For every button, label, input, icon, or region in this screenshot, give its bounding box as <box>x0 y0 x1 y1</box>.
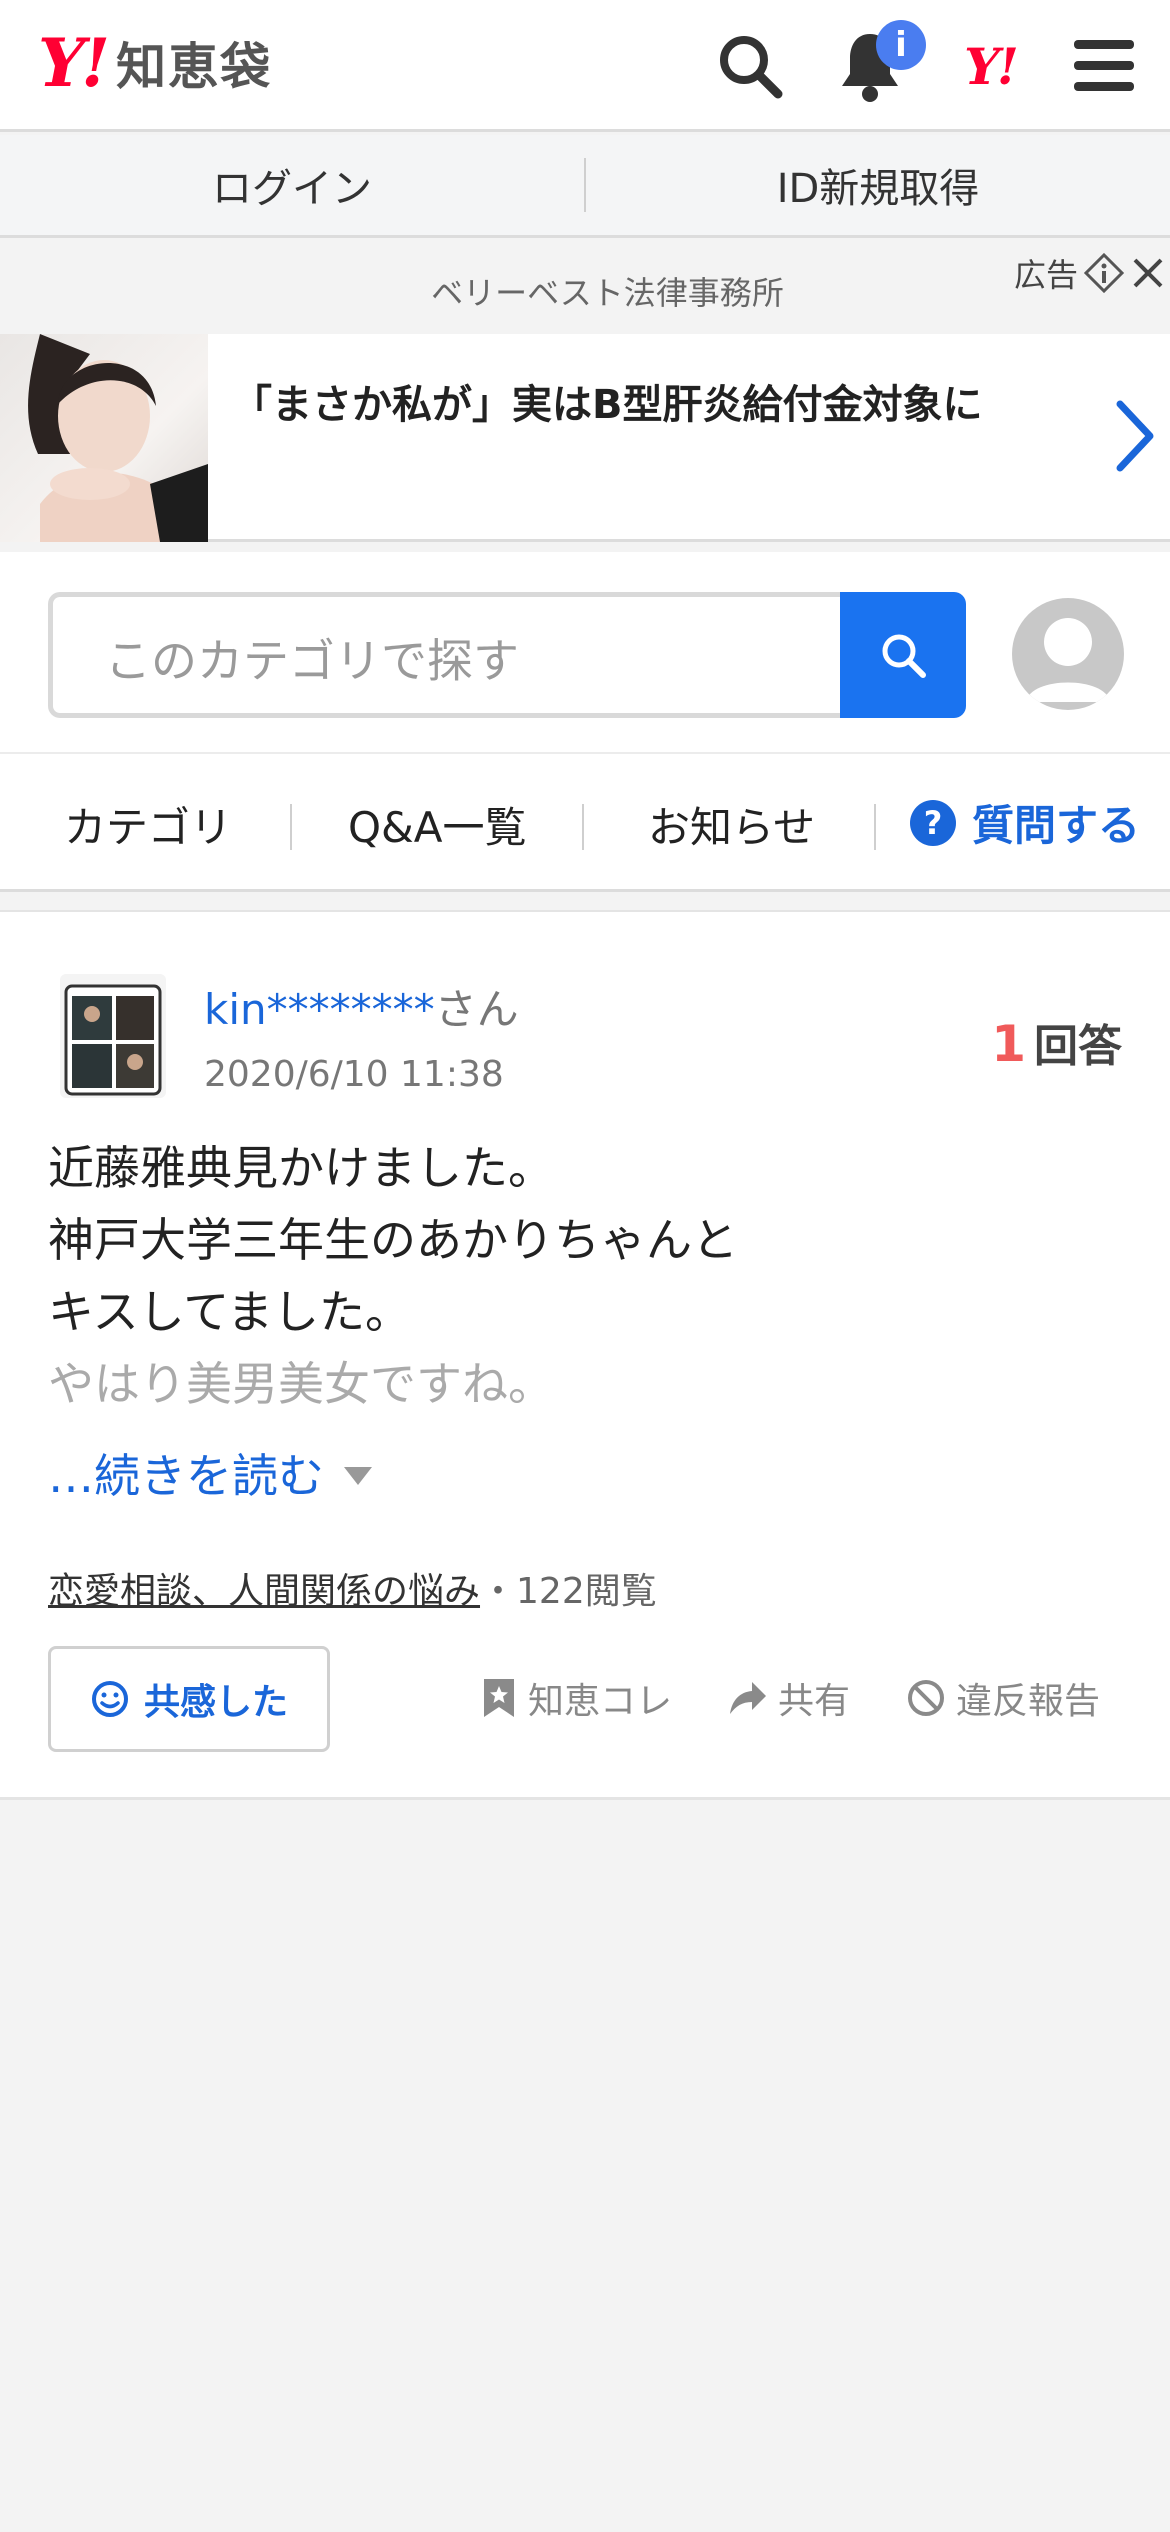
post-date: 2020/6/10 11:38 <box>204 1054 504 1095</box>
nav-qa-list[interactable]: Q&A一覧 <box>348 794 527 855</box>
close-icon[interactable] <box>1130 255 1166 291</box>
app-header: Y! 知恵袋 i Y! <box>0 0 1170 132</box>
smile-icon <box>91 1681 128 1717</box>
category-link[interactable]: 恋愛相談、人間関係の悩み <box>48 1571 480 1612</box>
notification-bell-icon[interactable]: i <box>830 20 926 106</box>
divider <box>582 804 584 850</box>
user-id[interactable]: kin******** <box>204 985 435 1034</box>
answer-count[interactable]: 1 回答 <box>991 1010 1122 1074</box>
search-icon[interactable] <box>710 26 790 106</box>
read-more-label: …続きを読む <box>48 1449 324 1503</box>
answer-count-number: 1 <box>991 1015 1026 1073</box>
search-placeholder: このカテゴリで探す <box>105 634 519 688</box>
divider <box>290 804 292 850</box>
ad-header: ベリーベスト法律事務所 広告 <box>0 246 1170 334</box>
view-count: ・122閲覧 <box>480 1571 657 1612</box>
question-icon: ? <box>910 799 956 846</box>
ad-banner[interactable]: 「まさか私が」実はB型肝炎給付金対象に <box>0 334 1170 542</box>
empathy-label: 共感した <box>143 1682 288 1723</box>
nav-news[interactable]: お知らせ <box>648 794 815 855</box>
honorific: さん <box>434 985 519 1034</box>
nav-category[interactable]: カテゴリ <box>64 794 232 855</box>
search-area: このカテゴリで探す <box>0 552 1170 752</box>
ad-title[interactable]: 「まさか私が」実はB型肝炎給付金対象に <box>232 378 1012 432</box>
report-button[interactable]: 違反報告 <box>906 1672 1100 1724</box>
questioner-name[interactable]: kin********さん <box>204 976 519 1037</box>
questioner-avatar[interactable] <box>60 974 166 1098</box>
read-more-link[interactable]: …続きを読む <box>48 1440 372 1506</box>
register-link[interactable]: ID新規取得 <box>586 156 1170 214</box>
question-line: キスしてました。 <box>48 1285 411 1339</box>
yahoo-logo-mark: Y! <box>38 24 110 102</box>
search-icon <box>882 634 926 678</box>
login-link[interactable]: ログイン <box>0 156 584 214</box>
prohibited-icon <box>908 1680 944 1716</box>
user-icon <box>1026 618 1110 702</box>
logo-text: 知恵袋 <box>116 38 273 96</box>
chiebukuro-logo[interactable]: Y! 知恵袋 <box>38 28 272 98</box>
collect-button[interactable]: 知恵コレ <box>480 1672 672 1724</box>
question-meta: 恋愛相談、人間関係の悩み・122閲覧 <box>48 1562 657 1614</box>
menu-icon[interactable] <box>1064 26 1144 106</box>
answer-count-label: 回答 <box>1034 1021 1122 1072</box>
auth-bar: ログイン ID新規取得 <box>0 135 1170 238</box>
question-line-faded: やはり美男美女ですね。 <box>48 1357 554 1411</box>
category-nav: カテゴリ Q&A一覧 お知らせ ? 質問する <box>0 752 1170 892</box>
ad-label-text: 広告 <box>1013 256 1078 294</box>
divider <box>874 804 876 850</box>
question-body: 近藤雅典見かけました。 神戸大学三年生のあかりちゃんと キスしてました。 やはり… <box>48 1132 1118 1420</box>
ask-label: 質問する <box>972 801 1141 850</box>
ad-sponsor[interactable]: ベリーベスト法律事務所 <box>0 268 1170 314</box>
ask-question-button[interactable]: ? 質問する <box>910 792 1140 853</box>
ad-image <box>0 334 208 542</box>
yahoo-icon: Y! <box>964 36 1019 96</box>
share-label: 共有 <box>778 1681 851 1722</box>
empathy-button[interactable]: 共感した <box>48 1646 330 1752</box>
yahoo-top-link[interactable]: Y! <box>950 26 1030 106</box>
ad-label[interactable]: 広告 <box>1014 250 1166 296</box>
share-button[interactable]: 共有 <box>728 1672 850 1724</box>
chevron-right-icon[interactable] <box>1112 398 1156 474</box>
question-line: 神戸大学三年生のあかりちゃんと <box>48 1213 738 1267</box>
user-avatar[interactable] <box>1012 598 1124 710</box>
question-card: kin********さん 2020/6/10 11:38 1 回答 近藤雅典見か… <box>0 910 1170 1800</box>
bookmark-icon <box>484 1679 514 1717</box>
question-line: 近藤雅典見かけました。 <box>48 1141 554 1195</box>
search-input[interactable]: このカテゴリで探す <box>48 592 842 718</box>
share-icon <box>730 1682 766 1714</box>
notification-badge: i <box>876 20 926 70</box>
caret-down-icon <box>344 1467 372 1485</box>
ad-info-icon[interactable] <box>1084 253 1124 293</box>
collect-label: 知恵コレ <box>528 1681 673 1722</box>
report-label: 違反報告 <box>956 1681 1101 1722</box>
search-button[interactable] <box>840 592 966 718</box>
